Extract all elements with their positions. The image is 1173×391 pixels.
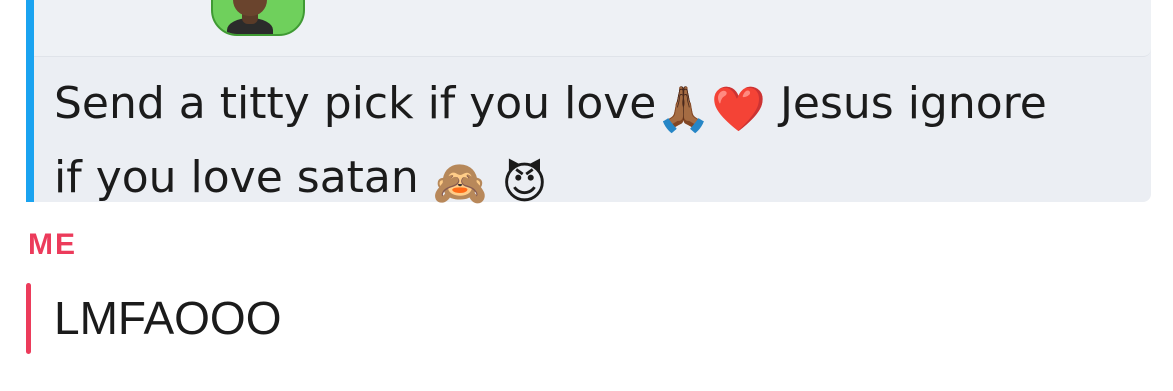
- incoming-line2-text: if you love satan: [54, 152, 433, 203]
- incoming-line1-text: Send a titty pick if you love: [54, 78, 657, 129]
- incoming-message-accent-bar: [26, 0, 34, 202]
- incoming-message-line-2: if you love satan 🙈 😈: [54, 144, 1134, 218]
- smiling-devil-emoji: 😈: [501, 158, 548, 209]
- chat-view: Send a titty pick if you love🙏🏾❤️ Jesus …: [0, 0, 1173, 391]
- avatar-face: [233, 0, 267, 16]
- incoming-message-line-1: Send a titty pick if you love🙏🏾❤️ Jesus …: [54, 70, 1134, 144]
- sender-label-me: ME: [28, 228, 77, 261]
- praying-hands-emoji: 🙏🏾: [656, 84, 712, 135]
- incoming-line1-text-end: Jesus ignore: [765, 78, 1047, 129]
- previous-message-strip: [34, 0, 1151, 57]
- outgoing-message-accent-bar: [26, 283, 31, 354]
- outgoing-message-text[interactable]: LMFAOOO: [54, 286, 281, 350]
- incoming-message-text: Send a titty pick if you love🙏🏾❤️ Jesus …: [54, 70, 1134, 218]
- see-no-evil-monkey-emoji: 🙈: [432, 158, 488, 209]
- bitmoji-avatar[interactable]: [211, 0, 305, 36]
- red-heart-emoji: ❤️: [711, 84, 766, 135]
